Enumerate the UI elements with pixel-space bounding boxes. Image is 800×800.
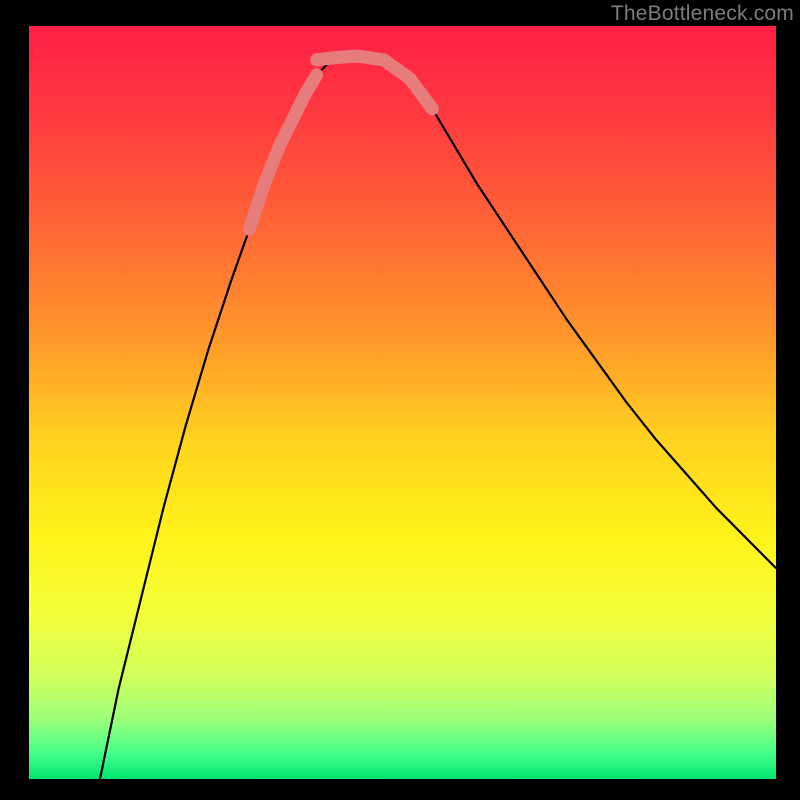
gradient-background — [29, 26, 776, 779]
plot-area — [29, 26, 776, 779]
chart-svg — [29, 26, 776, 779]
watermark-text: TheBottleneck.com — [611, 2, 794, 26]
chart-frame: TheBottleneck.com — [0, 0, 800, 800]
accent-segment — [317, 56, 384, 60]
